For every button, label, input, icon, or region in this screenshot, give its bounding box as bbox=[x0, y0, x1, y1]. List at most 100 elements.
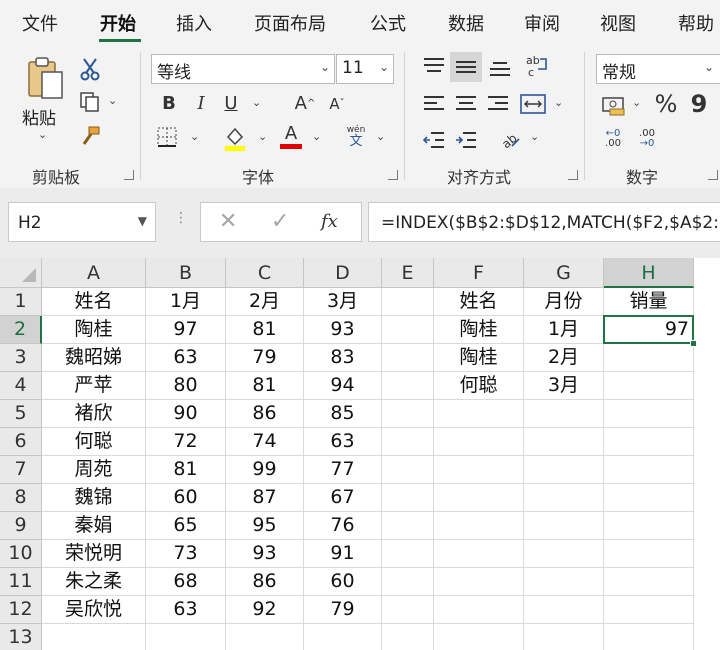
cell-b11[interactable]: 68 bbox=[146, 568, 226, 596]
tab-8[interactable]: 帮助 bbox=[678, 10, 714, 36]
cell-c3[interactable]: 79 bbox=[226, 344, 304, 372]
cell-g4[interactable]: 3月 bbox=[524, 372, 604, 400]
cell-f5[interactable] bbox=[434, 400, 524, 428]
underline-dropdown-icon[interactable]: ⌄ bbox=[252, 96, 261, 109]
cell-h8[interactable] bbox=[604, 484, 694, 512]
row-header-13[interactable]: 13 bbox=[0, 624, 42, 650]
cell-b8[interactable]: 60 bbox=[146, 484, 226, 512]
cell-f6[interactable] bbox=[434, 428, 524, 456]
cell-b9[interactable]: 65 bbox=[146, 512, 226, 540]
cell-d6[interactable]: 63 bbox=[304, 428, 382, 456]
tab-3[interactable]: 页面布局 bbox=[254, 10, 326, 36]
column-header-a[interactable]: A bbox=[42, 258, 146, 288]
cell-f4[interactable]: 何聪 bbox=[434, 372, 524, 400]
cell-e11[interactable] bbox=[382, 568, 434, 596]
cell-h4[interactable] bbox=[604, 372, 694, 400]
cell-b3[interactable]: 63 bbox=[146, 344, 226, 372]
cell-g3[interactable]: 2月 bbox=[524, 344, 604, 372]
column-header-f[interactable]: F bbox=[434, 258, 524, 288]
cell-b12[interactable]: 63 bbox=[146, 596, 226, 624]
cell-f2[interactable]: 陶桂 bbox=[434, 316, 524, 344]
cell-a3[interactable]: 魏昭娣 bbox=[42, 344, 146, 372]
cell-f9[interactable] bbox=[434, 512, 524, 540]
paste-button[interactable]: 粘贴 bbox=[22, 104, 56, 129]
cell-h9[interactable] bbox=[604, 512, 694, 540]
cell-a1[interactable]: 姓名 bbox=[42, 288, 146, 316]
cell-b13[interactable] bbox=[146, 624, 226, 650]
tab-7[interactable]: 视图 bbox=[600, 10, 636, 36]
column-header-g[interactable]: G bbox=[524, 258, 604, 288]
align-left-icon[interactable] bbox=[420, 90, 448, 118]
formula-bar-grip[interactable]: ⋮ bbox=[174, 210, 188, 226]
chevron-down-icon[interactable]: ⌄ bbox=[320, 60, 330, 74]
cell-g1[interactable]: 月份 bbox=[524, 288, 604, 316]
align-center-icon[interactable] bbox=[452, 90, 480, 118]
bold-button[interactable]: B bbox=[160, 92, 178, 116]
formula-input[interactable]: =INDEX($B$2:$D$12,MATCH($F2,$A$2: bbox=[368, 202, 720, 242]
increase-indent-icon[interactable] bbox=[452, 126, 480, 154]
cell-h11[interactable] bbox=[604, 568, 694, 596]
decrease-decimal-icon[interactable]: .00 →0 bbox=[632, 124, 662, 154]
font-color-icon[interactable]: A bbox=[278, 122, 304, 152]
cell-a10[interactable]: 荣悦明 bbox=[42, 540, 146, 568]
cell-f11[interactable] bbox=[434, 568, 524, 596]
cell-e8[interactable] bbox=[382, 484, 434, 512]
phonetic-dropdown-icon[interactable]: ⌄ bbox=[376, 130, 385, 143]
name-box[interactable]: H2 ▼ bbox=[8, 202, 156, 242]
cell-g8[interactable] bbox=[524, 484, 604, 512]
wrap-text-icon[interactable]: ab c bbox=[522, 52, 552, 80]
clipboard-launcher-icon[interactable] bbox=[124, 170, 134, 180]
align-right-icon[interactable] bbox=[484, 90, 512, 118]
tab-2[interactable]: 插入 bbox=[176, 10, 212, 36]
cell-c4[interactable]: 81 bbox=[226, 372, 304, 400]
orientation-icon[interactable]: ab bbox=[496, 124, 524, 152]
font-color-dropdown-icon[interactable]: ⌄ bbox=[312, 130, 321, 143]
select-all-button[interactable] bbox=[0, 258, 42, 288]
cell-a11[interactable]: 朱之柔 bbox=[42, 568, 146, 596]
row-header-11[interactable]: 11 bbox=[0, 568, 42, 596]
cell-f8[interactable] bbox=[434, 484, 524, 512]
row-header-1[interactable]: 1 bbox=[0, 288, 42, 316]
cell-c1[interactable]: 2月 bbox=[226, 288, 304, 316]
cell-e12[interactable] bbox=[382, 596, 434, 624]
cell-h5[interactable] bbox=[604, 400, 694, 428]
accounting-dropdown-icon[interactable]: ⌄ bbox=[632, 96, 641, 109]
cell-f1[interactable]: 姓名 bbox=[434, 288, 524, 316]
align-top-icon[interactable] bbox=[420, 52, 448, 80]
enter-icon[interactable]: ✓ bbox=[271, 209, 289, 234]
cell-h3[interactable] bbox=[604, 344, 694, 372]
cell-d7[interactable]: 77 bbox=[304, 456, 382, 484]
cell-f3[interactable]: 陶桂 bbox=[434, 344, 524, 372]
cell-c6[interactable]: 74 bbox=[226, 428, 304, 456]
cell-f10[interactable] bbox=[434, 540, 524, 568]
cell-b7[interactable]: 81 bbox=[146, 456, 226, 484]
copy-icon[interactable] bbox=[78, 90, 102, 114]
cell-d10[interactable]: 91 bbox=[304, 540, 382, 568]
fill-color-dropdown-icon[interactable]: ⌄ bbox=[258, 130, 267, 143]
cell-f13[interactable] bbox=[434, 624, 524, 650]
cell-c13[interactable] bbox=[226, 624, 304, 650]
row-header-12[interactable]: 12 bbox=[0, 596, 42, 624]
cell-e7[interactable] bbox=[382, 456, 434, 484]
merge-center-icon[interactable] bbox=[518, 90, 548, 118]
cell-h13[interactable] bbox=[604, 624, 694, 650]
cell-c5[interactable]: 86 bbox=[226, 400, 304, 428]
column-header-h[interactable]: H bbox=[604, 258, 694, 288]
grow-font-button[interactable]: A ^ bbox=[292, 92, 318, 116]
column-header-b[interactable]: B bbox=[146, 258, 226, 288]
accounting-format-icon[interactable] bbox=[600, 92, 628, 118]
cell-e1[interactable] bbox=[382, 288, 434, 316]
cell-b4[interactable]: 80 bbox=[146, 372, 226, 400]
font-name-combo[interactable]: 等线 ⌄ bbox=[151, 54, 335, 84]
cell-e9[interactable] bbox=[382, 512, 434, 540]
cell-g13[interactable] bbox=[524, 624, 604, 650]
cell-h12[interactable] bbox=[604, 596, 694, 624]
paste-dropdown-icon[interactable]: ⌄ bbox=[38, 128, 47, 141]
cell-f12[interactable] bbox=[434, 596, 524, 624]
cell-d9[interactable]: 76 bbox=[304, 512, 382, 540]
align-bottom-icon[interactable] bbox=[486, 54, 514, 82]
shrink-font-button[interactable]: Aˇ bbox=[324, 92, 350, 116]
cell-g6[interactable] bbox=[524, 428, 604, 456]
paste-icon[interactable] bbox=[24, 56, 68, 102]
cell-e2[interactable] bbox=[382, 316, 434, 344]
